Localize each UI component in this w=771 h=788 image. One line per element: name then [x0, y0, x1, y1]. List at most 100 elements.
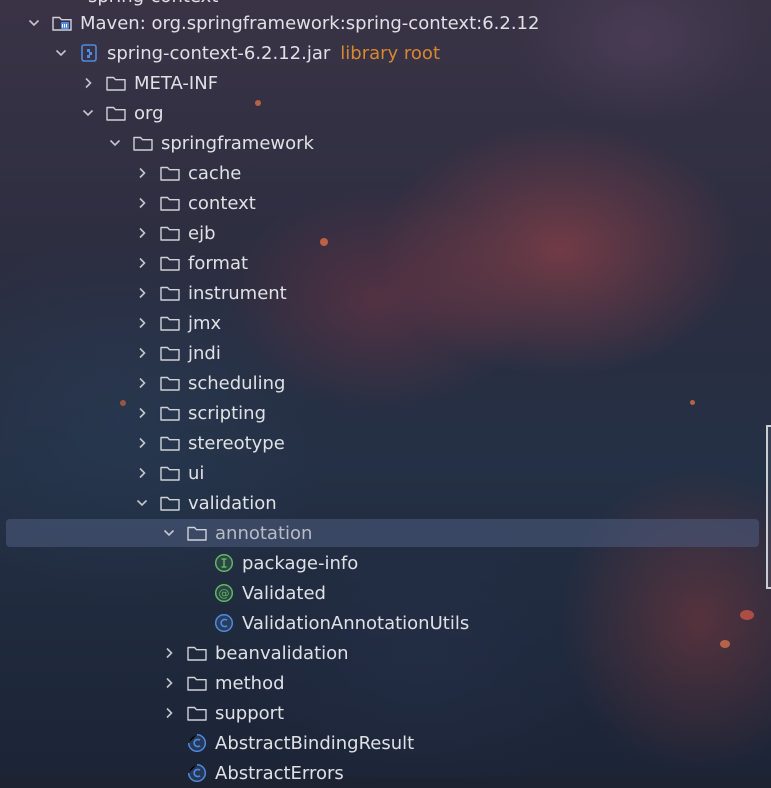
folder-icon — [159, 403, 181, 423]
folder-icon — [159, 343, 181, 363]
tree-item-label: jmx — [188, 312, 222, 334]
tree-item-vau[interactable]: ValidationAnnotationUtils — [0, 608, 771, 638]
chevron-right-icon[interactable] — [133, 224, 151, 242]
tree-item-label: context — [188, 192, 256, 214]
tree-item-label: validation — [188, 492, 277, 514]
tree-item-scripting[interactable]: scripting — [0, 398, 771, 428]
tree-item-label: cache — [188, 162, 242, 184]
chevron-down-icon[interactable] — [133, 494, 151, 512]
chevron-right-icon[interactable] — [133, 194, 151, 212]
chevron-down-icon[interactable] — [52, 44, 70, 62]
folder-icon — [159, 253, 181, 273]
tree-item-label: org — [134, 102, 164, 124]
maven-library-icon — [51, 13, 73, 33]
chevron-right-icon[interactable] — [133, 284, 151, 302]
tree-item-annotation[interactable]: annotation — [0, 518, 771, 548]
tree-item-label: ui — [188, 462, 205, 484]
chevron-right-icon[interactable] — [160, 674, 178, 692]
tree-item-label: springframework — [161, 132, 314, 154]
chevron-right-icon[interactable] — [133, 434, 151, 452]
tree-item-validation[interactable]: validation — [0, 488, 771, 518]
jar-icon — [78, 43, 100, 63]
tree-item-label: package-info — [242, 552, 359, 574]
tree-item-ui[interactable]: ui — [0, 458, 771, 488]
chevron-down-icon[interactable] — [160, 524, 178, 542]
project-tree[interactable]: Maven: org.springframework:spring-contex… — [0, 0, 771, 784]
tree-item-label: AbstractErrors — [215, 762, 344, 784]
chevron-right-icon[interactable] — [133, 464, 151, 482]
tree-item-scheduling[interactable]: scheduling — [0, 368, 771, 398]
folder-icon — [159, 313, 181, 333]
tree-item-label: META-INF — [134, 72, 219, 94]
folder-icon — [186, 523, 208, 543]
folder-icon — [159, 373, 181, 393]
tree-item-cache[interactable]: cache — [0, 158, 771, 188]
scrollbar-thumb[interactable] — [766, 425, 771, 589]
tree-item-label: format — [188, 252, 249, 274]
chevron-right-icon[interactable] — [160, 644, 178, 662]
tree-item-jar[interactable]: spring-context-6.2.12.jar library root — [0, 38, 771, 68]
tree-item-springframework[interactable]: springframework — [0, 128, 771, 158]
tree-item-label: AbstractBindingResult — [215, 732, 415, 754]
tree-item-jmx[interactable]: jmx — [0, 308, 771, 338]
tree-item-label: annotation — [215, 522, 313, 544]
chevron-down-icon[interactable] — [25, 14, 43, 32]
tree-item-label: jndi — [188, 342, 221, 364]
folder-icon — [159, 163, 181, 183]
chevron-right-icon[interactable] — [133, 344, 151, 362]
tree-item-maven[interactable]: Maven: org.springframework:spring-contex… — [0, 8, 771, 38]
tree-item-stereotype[interactable]: stereotype — [0, 428, 771, 458]
folder-icon — [159, 223, 181, 243]
chevron-right-icon[interactable] — [133, 314, 151, 332]
chevron-down-icon[interactable] — [106, 134, 124, 152]
folder-icon — [186, 703, 208, 723]
tree-item-method[interactable]: method — [0, 668, 771, 698]
tree-item-label: beanvalidation — [215, 642, 349, 664]
chevron-right-icon[interactable] — [133, 164, 151, 182]
class-icon — [213, 613, 235, 633]
tree-item-abr[interactable]: AbstractBindingResult — [0, 728, 771, 758]
abstract-class-icon — [186, 763, 208, 783]
tree-item-package-info[interactable]: package-info — [0, 548, 771, 578]
library-root-tag: library root — [340, 42, 441, 64]
svg-text:@: @ — [219, 587, 230, 600]
annotation-type-icon: @ — [213, 583, 235, 603]
chevron-right-icon[interactable] — [133, 404, 151, 422]
folder-icon — [159, 493, 181, 513]
chevron-right-icon[interactable] — [160, 704, 178, 722]
tree-item-jndi[interactable]: jndi — [0, 338, 771, 368]
folder-icon — [105, 73, 127, 93]
tree-item-ae[interactable]: AbstractErrors — [0, 758, 771, 788]
tree-item-label: support — [215, 702, 285, 724]
tree-item-label: instrument — [188, 282, 287, 304]
tree-item-label: method — [215, 672, 285, 694]
chevron-down-icon[interactable] — [79, 104, 97, 122]
tree-item-support[interactable]: support — [0, 698, 771, 728]
tree-item-label: ejb — [188, 222, 216, 244]
abstract-class-icon — [186, 733, 208, 753]
chevron-right-icon[interactable] — [133, 254, 151, 272]
tree-item-context[interactable]: context — [0, 188, 771, 218]
folder-icon — [159, 463, 181, 483]
folder-icon — [186, 673, 208, 693]
tree-item-ejb[interactable]: ejb — [0, 218, 771, 248]
tree-item-beanvalidation[interactable]: beanvalidation — [0, 638, 771, 668]
tree-item-format[interactable]: format — [0, 248, 771, 278]
chevron-right-icon[interactable] — [79, 74, 97, 92]
chevron-right-icon[interactable] — [133, 374, 151, 392]
tree-item-instrument[interactable]: instrument — [0, 278, 771, 308]
tree-item-org[interactable]: org — [0, 98, 771, 128]
tree-item-label: scripting — [188, 402, 266, 424]
tree-item-label: ValidationAnnotationUtils — [242, 612, 470, 634]
tree-item-meta-inf[interactable]: META-INF — [0, 68, 771, 98]
folder-icon — [159, 433, 181, 453]
tree-item-label: scheduling — [188, 372, 286, 394]
tree-item-validated[interactable]: @ Validated — [0, 578, 771, 608]
tree-item-label: spring-context-6.2.12.jar — [107, 42, 331, 64]
folder-icon — [159, 283, 181, 303]
tree-item-label: Maven: org.springframework:spring-contex… — [80, 12, 540, 34]
